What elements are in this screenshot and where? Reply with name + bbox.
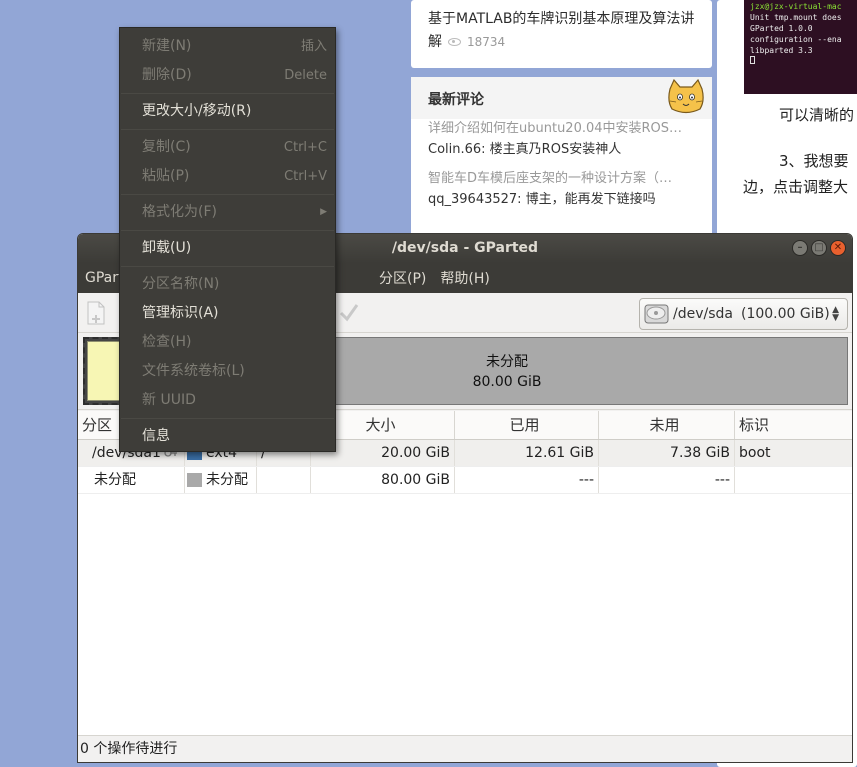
menu-item-resize-move[interactable]: 更改大小/移动(R)	[120, 97, 335, 126]
header-used[interactable]: 已用	[455, 411, 599, 439]
header-flags[interactable]: 标识	[735, 411, 852, 439]
device-name: /dev/sda	[673, 306, 733, 322]
menu-item-fs-label[interactable]: 文件系统卷标(L)	[120, 357, 335, 386]
comment-title[interactable]: 详细介绍如何在ubuntu20.04中安装ROS…	[428, 119, 695, 139]
eye-icon	[448, 38, 461, 46]
maximize-button[interactable]: □	[811, 240, 827, 256]
menu-separator	[121, 418, 334, 419]
menu-separator	[121, 93, 334, 94]
fs-color-swatch	[187, 473, 202, 487]
comment-body: Colin.66: 楼主真乃ROS安装神人	[428, 142, 622, 157]
cat-mascot-icon	[668, 79, 704, 114]
comment-item[interactable]: 详细介绍如何在ubuntu20.04中安装ROS… Colin.66: 楼主真乃…	[411, 119, 712, 161]
menu-partition[interactable]: 分区(P)	[379, 268, 426, 288]
menu-item-check[interactable]: 检查(H)	[120, 328, 335, 357]
article-text: 可以清晰的	[779, 106, 855, 124]
article-views: 18734	[467, 35, 506, 49]
menu-item-unmount[interactable]: 卸载(U)	[120, 234, 335, 263]
apply-check-icon[interactable]	[338, 301, 360, 323]
partition-context-menu: 新建(N) 插入 删除(D) Delete 更改大小/移动(R) 复制(C) Ctrl…	[119, 27, 336, 452]
device-selector[interactable]: /dev/sda (100.00 GiB) ▲ ▼	[639, 298, 848, 330]
hard-disk-icon	[644, 304, 669, 324]
article-text: 3、我想要	[779, 152, 849, 170]
menu-item-delete[interactable]: 删除(D) Delete	[120, 61, 335, 90]
partition-table: 分区 大小 已用 未用 标识 /dev/sda1 ext4 / 20.00 Gi…	[78, 411, 852, 736]
comments-card: 最新评论 详细介绍如何在ubuntu20.04中安装ROS… Colin.66:…	[411, 77, 712, 257]
terminal-screenshot: jzx@jzx-virtual-mac Unit tmp.mount does …	[744, 0, 857, 94]
menu-item-copy[interactable]: 复制(C) Ctrl+C	[120, 133, 335, 162]
device-size: (100.00 GiB)	[740, 306, 830, 322]
article-card[interactable]: 基于MATLAB的车牌识别基本原理及算法讲解 18734	[411, 0, 712, 68]
article-title[interactable]: 基于MATLAB的车牌识别基本原理及算法讲解 18734	[428, 8, 695, 54]
menu-item-partition-name[interactable]: 分区名称(N)	[120, 270, 335, 299]
menu-item-new-uuid[interactable]: 新 UUID	[120, 386, 335, 415]
comment-item[interactable]: 智能车D车模后座支架的一种设计方案（… qq_39643527: 博主，能再发下…	[411, 169, 712, 211]
new-partition-icon[interactable]	[86, 301, 106, 325]
comment-body: qq_39643527: 博主，能再发下链接吗	[428, 192, 656, 207]
spinner-arrows-icon: ▲ ▼	[832, 305, 839, 323]
comments-header: 最新评论	[411, 77, 712, 119]
article-text: 边，点击调整大	[743, 178, 849, 196]
header-unused[interactable]: 未用	[599, 411, 735, 439]
menu-separator	[121, 129, 334, 130]
status-bar: 0 个操作待进行	[78, 735, 852, 762]
close-button[interactable]: ✕	[830, 240, 846, 256]
menu-item-format[interactable]: 格式化为(F) ▶	[120, 198, 335, 227]
menu-item-information[interactable]: 信息	[120, 422, 335, 451]
menu-help[interactable]: 帮助(H)	[440, 268, 489, 288]
terminal-cursor	[750, 56, 755, 64]
minimize-button[interactable]: –	[792, 240, 808, 256]
menu-item-new[interactable]: 新建(N) 插入	[120, 32, 335, 61]
table-row[interactable]: 未分配 未分配 80.00 GiB --- ---	[78, 467, 852, 494]
comment-title[interactable]: 智能车D车模后座支架的一种设计方案（…	[428, 169, 695, 189]
menu-separator	[121, 230, 334, 231]
menu-item-manage-flags[interactable]: 管理标识(A)	[120, 299, 335, 328]
submenu-arrow-icon: ▶	[320, 207, 327, 217]
menu-item-paste[interactable]: 粘贴(P) Ctrl+V	[120, 162, 335, 191]
menu-separator	[121, 266, 334, 267]
menu-separator	[121, 194, 334, 195]
window-title: /dev/sda - GParted	[391, 240, 539, 256]
